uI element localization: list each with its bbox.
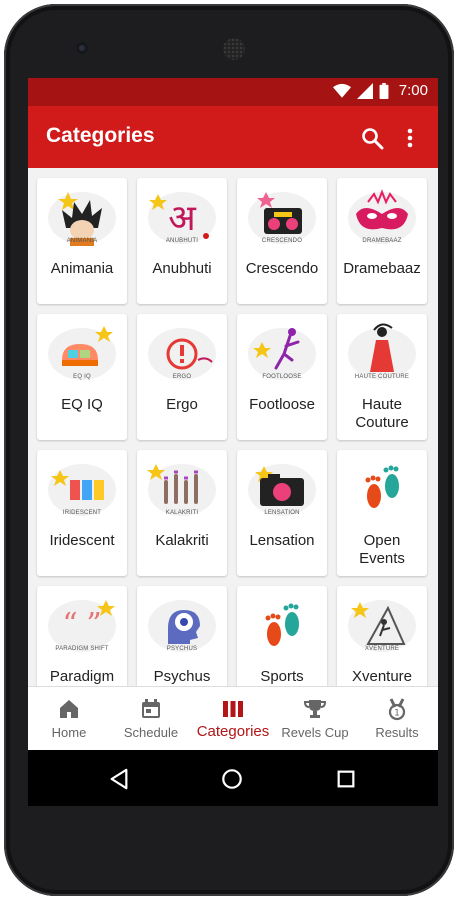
nav-item-categories[interactable]: Categories xyxy=(192,687,274,751)
tile-caption: PSYCHUS xyxy=(166,646,198,652)
category-tile-anubhuti[interactable]: अ ANUBHUTI Anubhuti xyxy=(137,178,227,304)
battery-icon xyxy=(379,82,389,99)
tile-caption: XVENTURE xyxy=(364,646,400,652)
anubhuti-glyph: अ xyxy=(168,198,197,239)
nav-item-results[interactable]: 1 Results xyxy=(356,687,438,751)
tile-label: EQ IQ xyxy=(61,396,103,413)
tile-label: Haute Couture xyxy=(337,396,427,432)
tile-label: Anubhuti xyxy=(152,260,212,277)
page-title: Categories xyxy=(46,124,155,147)
tile-label: Psychus xyxy=(153,668,211,685)
signal-icon xyxy=(356,82,373,99)
tile-label-line-2: Events xyxy=(359,550,405,567)
status-bar: 7:00 xyxy=(28,78,438,106)
category-tile-paradigm[interactable]: “ ” PARADIGM SHIFT Paradigm xyxy=(37,586,127,686)
category-tile-lensation[interactable]: LENSATION Lensation xyxy=(237,450,327,576)
categories-grid: ANIMANIA Animania अ ANUBHUTI Anubhuti CR… xyxy=(28,168,438,686)
calendar-icon xyxy=(142,699,160,718)
back-icon[interactable] xyxy=(108,768,130,790)
tile-label: Footloose xyxy=(249,396,315,413)
category-tile-xventure[interactable]: XVENTURE Xventure xyxy=(337,586,427,686)
earpiece-speaker xyxy=(223,38,245,60)
home-icon xyxy=(60,700,78,718)
category-tile-iridescent[interactable]: IRIDESCENT Iridescent xyxy=(37,450,127,576)
svg-text:“: “ xyxy=(62,607,77,642)
tile-caption: ERGO xyxy=(172,374,192,380)
search-icon[interactable] xyxy=(360,126,384,150)
tile-label: Kalakriti xyxy=(155,532,209,549)
tile-caption: ANIMANIA xyxy=(66,238,98,244)
tile-caption: FOOTLOOSE xyxy=(262,374,302,380)
home-circle-icon[interactable] xyxy=(221,768,243,790)
category-tile-psychus[interactable]: PSYCHUS Psychus xyxy=(137,586,227,686)
tile-caption: DRAMEBAAZ xyxy=(362,238,402,244)
nav-label: Results xyxy=(375,725,419,740)
nav-label: Categories xyxy=(196,723,270,740)
tile-label: Dramebaaz xyxy=(343,260,421,277)
screen: 7:00 Categories ANIMANIA Animania अ ANUB… xyxy=(28,78,438,806)
wifi-icon xyxy=(332,83,351,98)
medal-icon: 1 xyxy=(388,698,406,721)
tile-caption: CRESCENDO xyxy=(261,238,303,244)
nav-item-revels-cup[interactable]: Revels Cup xyxy=(274,687,356,751)
tile-caption: EQ IQ xyxy=(73,374,91,380)
category-tile-open-events[interactable]: Open Events xyxy=(337,450,427,576)
svg-text:1: 1 xyxy=(394,709,400,719)
trophy-icon xyxy=(303,700,327,718)
tile-label: Paradigm xyxy=(49,668,115,685)
category-tile-kalakriti[interactable]: KALAKRITI Kalakriti xyxy=(137,450,227,576)
nav-label: Revels Cup xyxy=(281,725,349,740)
tile-caption: KALAKRITI xyxy=(165,510,199,516)
tile-label: Open Events xyxy=(337,532,427,568)
tile-label: Crescendo xyxy=(245,260,319,277)
category-tile-dramebaaz[interactable]: DRAMEBAAZ Dramebaaz xyxy=(337,178,427,304)
front-camera xyxy=(76,42,88,54)
tile-label: Animania xyxy=(50,260,114,277)
category-tile-haute-couture[interactable]: HAUTE COUTURE Haute Couture xyxy=(337,314,427,440)
category-tile-sports[interactable]: Sports xyxy=(237,586,327,686)
tile-label: Lensation xyxy=(249,532,315,549)
svg-text:”: ” xyxy=(86,607,101,642)
bottom-navigation: Home Schedule Categories Revels Cup 1 Re… xyxy=(28,686,438,751)
tile-caption: LENSATION xyxy=(264,510,300,516)
system-navigation-bar xyxy=(28,750,438,806)
more-options-icon[interactable] xyxy=(398,126,422,150)
tile-label: Sports xyxy=(260,668,304,685)
nav-label: Home xyxy=(51,725,87,740)
status-time: 7:00 xyxy=(398,82,428,99)
nav-item-home[interactable]: Home xyxy=(28,687,110,751)
tile-label: Xventure xyxy=(351,668,413,685)
phone-frame: 7:00 Categories ANIMANIA Animania अ ANUB… xyxy=(4,4,454,896)
footprints-icon xyxy=(365,465,399,508)
categories-icon xyxy=(223,701,243,717)
category-tile-animania[interactable]: ANIMANIA Animania xyxy=(37,178,127,304)
tile-label-line-2: Couture xyxy=(355,414,409,431)
tile-label: Iridescent xyxy=(49,532,115,549)
tile-caption: HAUTE COUTURE xyxy=(354,374,410,380)
category-tile-eq-iq[interactable]: EQ IQ EQ IQ xyxy=(37,314,127,440)
nav-item-schedule[interactable]: Schedule xyxy=(110,687,192,751)
sports-footprints-icon xyxy=(265,603,299,646)
tile-caption: IRIDESCENT xyxy=(62,510,102,516)
recents-icon[interactable] xyxy=(335,768,357,790)
app-bar: Categories xyxy=(28,106,438,168)
category-tile-footloose[interactable]: FOOTLOOSE Footloose xyxy=(237,314,327,440)
category-tile-ergo[interactable]: ERGO Ergo xyxy=(137,314,227,440)
tile-label-line-1: Haute xyxy=(361,396,403,413)
tile-label-line-1: Open xyxy=(363,532,401,549)
nav-label: Schedule xyxy=(123,725,179,740)
tile-caption: ANUBHUTI xyxy=(165,238,199,244)
category-tile-crescendo[interactable]: CRESCENDO Crescendo xyxy=(237,178,327,304)
tile-label: Ergo xyxy=(166,396,198,413)
tile-caption: PARADIGM SHIFT xyxy=(55,646,109,652)
